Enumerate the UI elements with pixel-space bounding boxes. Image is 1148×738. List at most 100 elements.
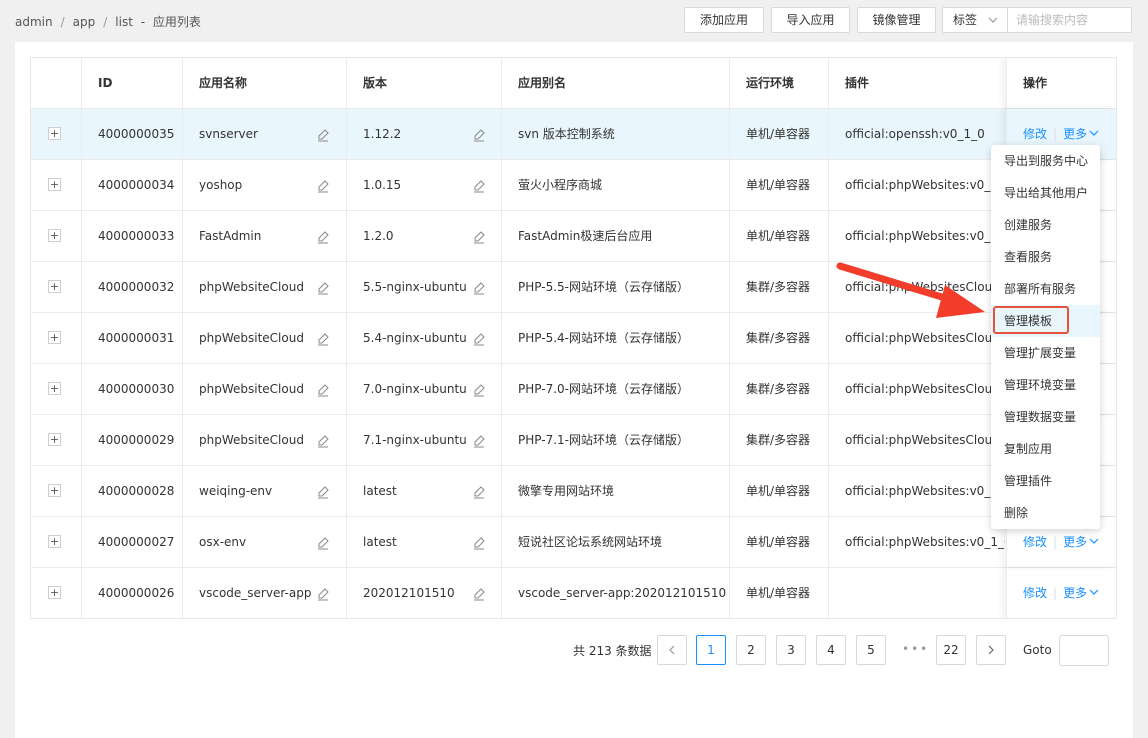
pencil-icon[interactable] (317, 262, 329, 312)
breadcrumb-item-admin[interactable]: admin (15, 15, 53, 29)
page-5[interactable]: 5 (856, 635, 886, 665)
expand-cell: + (31, 517, 82, 567)
cell-env: 单机/单容器 (730, 211, 829, 261)
plus-square-icon[interactable]: + (48, 127, 61, 140)
plus-square-icon[interactable]: + (48, 229, 61, 242)
mirror-manage-button[interactable]: 镜像管理 (857, 7, 936, 33)
plus-square-icon[interactable]: + (48, 178, 61, 191)
more-link[interactable]: 更多 (1063, 535, 1099, 549)
pencil-icon[interactable] (473, 211, 485, 261)
plus-square-icon[interactable]: + (48, 382, 61, 395)
expand-cell: + (31, 109, 82, 159)
table-row: +4000000030 phpWebsiteCloud 7.0-nginx-ubun… (31, 364, 1116, 415)
cell-env: 单机/单容器 (730, 466, 829, 516)
page-22[interactable]: 22 (936, 635, 966, 665)
dropdown-item[interactable]: 管理插件 (991, 465, 1100, 497)
cell-alias: svn 版本控制系统 (502, 109, 730, 159)
pencil-icon[interactable] (317, 568, 329, 618)
cell-version-text: 1.12.2 (363, 127, 402, 141)
pencil-icon[interactable] (473, 415, 485, 465)
dropdown-item[interactable]: 查看服务 (991, 241, 1100, 273)
cell-name-text: phpWebsiteCloud (199, 433, 304, 447)
pencil-icon[interactable] (317, 415, 329, 465)
cell-alias: 短说社区论坛系统网站环境 (502, 517, 730, 567)
cell-env: 集群/多容器 (730, 364, 829, 414)
cell-name-text: yoshop (199, 178, 243, 192)
plus-square-icon[interactable]: + (48, 586, 61, 599)
pencil-icon[interactable] (473, 466, 485, 516)
page-3[interactable]: 3 (776, 635, 806, 665)
plus-square-icon[interactable]: + (48, 433, 61, 446)
dropdown-item[interactable]: 删除 (991, 497, 1100, 529)
edit-link[interactable]: 修改 (1023, 127, 1047, 141)
cell-env: 单机/单容器 (730, 568, 829, 618)
dropdown-item[interactable]: 导出给其他用户 (991, 177, 1100, 209)
dropdown-item[interactable]: 管理数据变量 (991, 401, 1100, 433)
breadcrumb: admin / app / list - 应用列表 (15, 13, 201, 30)
chevron-left-icon (669, 645, 675, 655)
pencil-icon[interactable] (317, 466, 329, 516)
pencil-icon[interactable] (473, 109, 485, 159)
more-link[interactable]: 更多 (1063, 586, 1099, 600)
expand-cell: + (31, 160, 82, 210)
page-1[interactable]: 1 (696, 635, 726, 665)
pencil-icon[interactable] (473, 160, 485, 210)
pencil-icon[interactable] (317, 517, 329, 567)
cell-plugin: official:phpWebsitesCloud (845, 280, 1000, 294)
page-ellipsis[interactable]: ••• (902, 642, 929, 656)
action-divider: | (1053, 127, 1058, 141)
breadcrumb-item-app[interactable]: app (73, 15, 96, 29)
page-2[interactable]: 2 (736, 635, 766, 665)
add-app-button[interactable]: 添加应用 (684, 7, 764, 33)
plus-square-icon[interactable]: + (48, 331, 61, 344)
cell-alias: PHP-5.5-网站环境（云存储版） (502, 262, 730, 312)
table-row: +4000000029 phpWebsiteCloud 7.1-nginx-ubun… (31, 415, 1116, 466)
cell-name: weiqing-env (183, 466, 347, 516)
cell-name-text: phpWebsiteCloud (199, 331, 304, 345)
cell-alias: PHP-5.4-网站环境（云存储版） (502, 313, 730, 363)
top-bar: admin / app / list - 应用列表 添加应用 导入应用 镜像管理 标签 (0, 0, 1148, 42)
expand-cell: + (31, 211, 82, 261)
cell-env: 单机/单容器 (730, 160, 829, 210)
plus-square-icon[interactable]: + (48, 535, 61, 548)
pencil-icon[interactable] (317, 313, 329, 363)
main-panel: ID 应用名称 版本 应用别名 运行环境 插件 操作 +4000000035 sv… (15, 42, 1133, 738)
edit-link[interactable]: 修改 (1023, 535, 1047, 549)
pencil-icon[interactable] (473, 262, 485, 312)
plus-square-icon[interactable]: + (48, 484, 61, 497)
pencil-icon[interactable] (473, 313, 485, 363)
dropdown-item[interactable]: 管理环境变量 (991, 369, 1100, 401)
expand-cell: + (31, 313, 82, 363)
page-title: 应用列表 (152, 15, 201, 29)
breadcrumb-item-list[interactable]: list (115, 15, 133, 29)
pencil-icon[interactable] (317, 211, 329, 261)
dropdown-item[interactable]: 创建服务 (991, 209, 1100, 241)
header-version: 版本 (347, 58, 502, 108)
edit-link[interactable]: 修改 (1023, 586, 1047, 600)
pencil-icon[interactable] (473, 568, 485, 618)
pencil-icon[interactable] (317, 364, 329, 414)
total-count: 共 213 条数据 (573, 644, 652, 658)
prev-page-button[interactable] (657, 635, 687, 665)
plus-square-icon[interactable]: + (48, 280, 61, 293)
import-app-button[interactable]: 导入应用 (771, 7, 850, 33)
pencil-icon[interactable] (473, 517, 485, 567)
more-actions-dropdown: 导出到服务中心 导出给其他用户 创建服务 查看服务 部署所有服务 管理模板 管理扩展变量 管理… (991, 145, 1100, 529)
pencil-icon[interactable] (317, 160, 329, 210)
dropdown-item[interactable]: 复制应用 (991, 433, 1100, 465)
more-link[interactable]: 更多 (1063, 127, 1099, 141)
expand-cell: + (31, 466, 82, 516)
next-page-button[interactable] (976, 635, 1006, 665)
pencil-icon[interactable] (473, 364, 485, 414)
goto-input[interactable] (1059, 635, 1109, 666)
table-row: +4000000033 FastAdmin 1.2.0 FastAdmin极速后台应用… (31, 211, 1116, 262)
cell-name: vscode_server-app (183, 568, 347, 618)
dropdown-item[interactable]: 管理扩展变量 (991, 337, 1100, 369)
search-input[interactable] (1007, 7, 1132, 33)
highlight-box (993, 306, 1069, 334)
page-4[interactable]: 4 (816, 635, 846, 665)
tag-select[interactable]: 标签 (942, 7, 1008, 33)
pencil-icon[interactable] (317, 109, 329, 159)
dropdown-item[interactable]: 部署所有服务 (991, 273, 1100, 305)
dropdown-item[interactable]: 导出到服务中心 (991, 145, 1100, 177)
